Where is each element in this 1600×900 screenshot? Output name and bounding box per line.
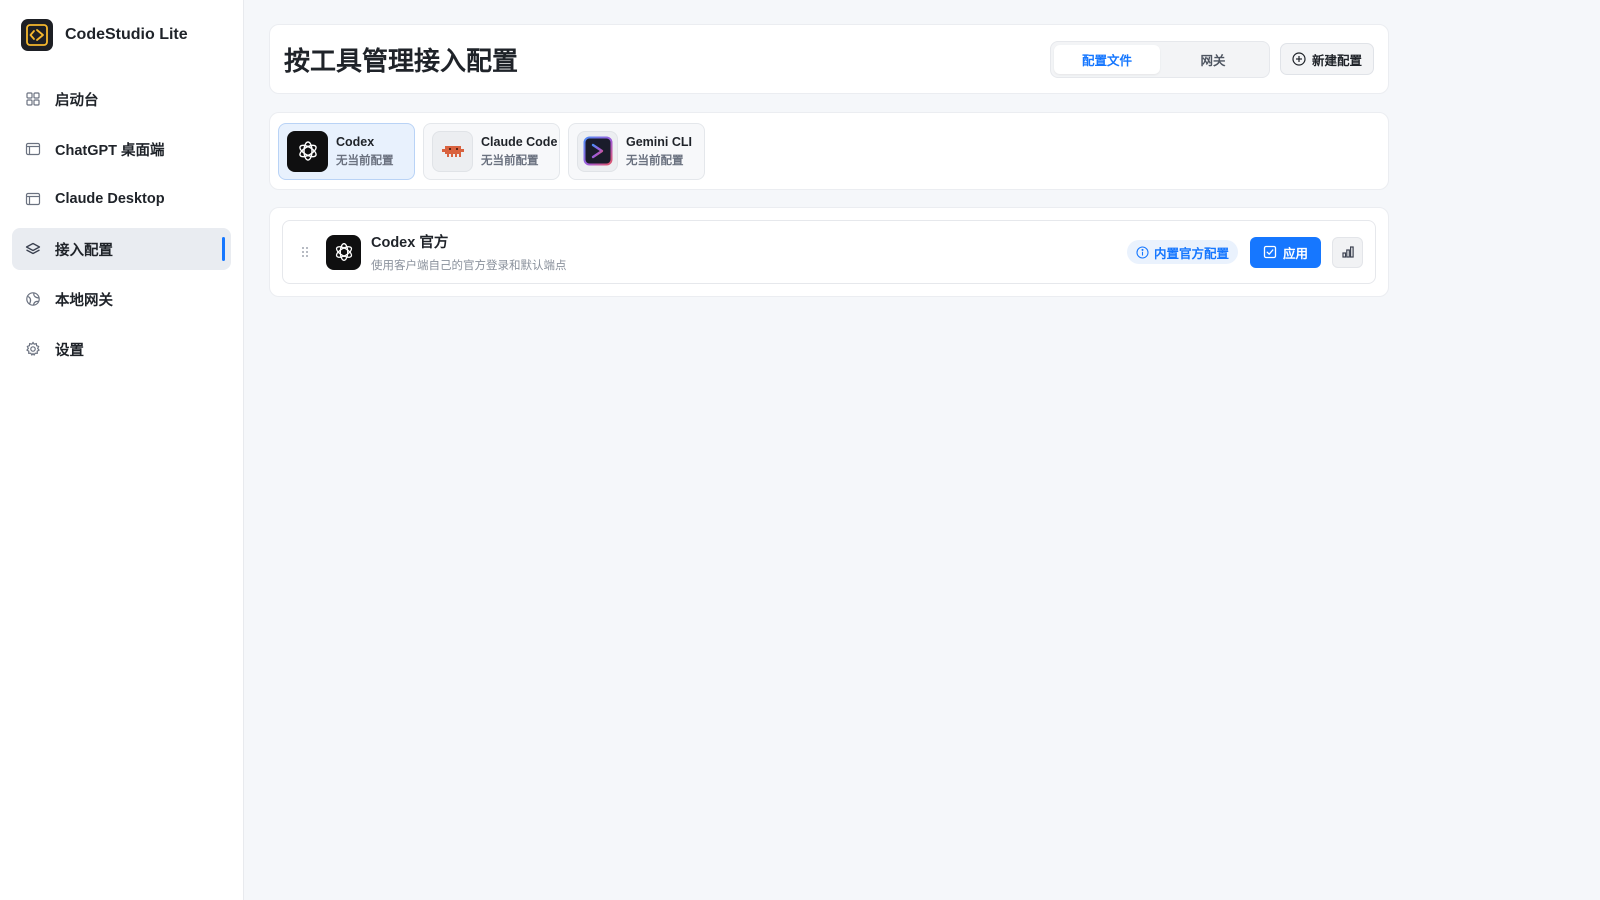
profile-item[interactable]: Codex 官方 使用客户端自己的官方登录和默认端点 内置官方配置 应用: [282, 220, 1376, 284]
sidebar-item-claude-desktop[interactable]: Claude Desktop: [12, 178, 231, 220]
tool-selector: Codex 无当前配置 Claude Code 无当前配置 Gemini CLI…: [269, 112, 1389, 190]
apply-label: 应用: [1282, 246, 1308, 261]
sidebar-nav: 启动台 ChatGPT 桌面端 Claude Desktop 接入配置 本地网关…: [12, 78, 231, 370]
builtin-badge: 内置官方配置: [1126, 240, 1238, 264]
tool-gemini-cli[interactable]: Gemini CLI 无当前配置: [568, 122, 705, 180]
apply-button[interactable]: 应用: [1249, 236, 1321, 268]
layers-icon: [25, 241, 41, 257]
gear-icon: [25, 341, 41, 357]
sidebar-item-launchpad[interactable]: 启动台: [12, 78, 231, 120]
window-icon: [25, 141, 41, 157]
tool-status: 无当前配置: [626, 154, 684, 167]
profile-description: 使用客户端自己的官方登录和默认端点: [371, 260, 567, 272]
check-square-icon: [1263, 245, 1277, 259]
codestudio-logo-icon: [21, 19, 53, 51]
tab-config-files[interactable]: 配置文件: [1053, 44, 1160, 74]
brand[interactable]: CodeStudio Lite: [12, 18, 231, 52]
globe-icon: [25, 291, 41, 307]
tool-codex[interactable]: Codex 无当前配置: [278, 122, 415, 180]
claude-code-icon: [432, 130, 473, 172]
sidebar: CodeStudio Lite 启动台 ChatGPT 桌面端 Claude D…: [0, 0, 244, 900]
sidebar-item-settings[interactable]: 设置: [12, 328, 231, 370]
profile-text: Codex 官方 使用客户端自己的官方登录和默认端点: [371, 231, 1127, 273]
tab-gateway[interactable]: 网关: [1160, 45, 1266, 74]
sidebar-item-label: 设置: [55, 342, 84, 359]
header-actions: 配置文件 网关 新建配置: [1049, 40, 1374, 78]
sidebar-item-access-config[interactable]: 接入配置: [12, 228, 231, 270]
tool-text: Gemini CLI 无当前配置: [626, 135, 692, 168]
tool-status: 无当前配置: [481, 154, 539, 167]
profile-name: Codex 官方: [371, 235, 449, 251]
sidebar-item-label: 本地网关: [55, 292, 113, 309]
tool-text: Claude Code 无当前配置: [481, 135, 557, 168]
openai-icon: [326, 234, 361, 270]
sidebar-item-label: 接入配置: [55, 242, 113, 259]
main-content: 按工具管理接入配置 配置文件 网关 新建配置 Codex 无当前配置 Claud…: [244, 0, 1600, 900]
tool-claude-code[interactable]: Claude Code 无当前配置: [423, 122, 560, 180]
view-switcher: 配置文件 网关: [1049, 40, 1270, 78]
bar-chart-icon: [1341, 246, 1354, 258]
plus-circle-icon: [1292, 52, 1306, 66]
badge-label: 内置官方配置: [1153, 246, 1229, 261]
window-icon: [25, 191, 41, 207]
drag-handle-icon[interactable]: [301, 246, 311, 258]
tool-status: 无当前配置: [336, 154, 394, 167]
tool-name: Claude Code: [481, 134, 558, 149]
stats-button[interactable]: [1332, 236, 1363, 268]
gemini-cli-icon: [577, 130, 618, 172]
tool-text: Codex 无当前配置: [336, 135, 394, 168]
sidebar-item-chatgpt-desktop[interactable]: ChatGPT 桌面端: [12, 128, 231, 170]
info-icon: [1136, 245, 1149, 259]
sidebar-item-label: Claude Desktop: [55, 191, 165, 207]
sidebar-item-local-gateway[interactable]: 本地网关: [12, 278, 231, 320]
page-header: 按工具管理接入配置 配置文件 网关 新建配置: [269, 24, 1389, 94]
new-config-label: 新建配置: [1311, 53, 1362, 68]
page-title: 按工具管理接入配置: [284, 45, 519, 76]
new-config-button[interactable]: 新建配置: [1279, 43, 1374, 75]
tool-name: Gemini CLI: [626, 134, 692, 149]
tool-name: Codex: [336, 134, 375, 149]
sidebar-item-label: ChatGPT 桌面端: [55, 142, 165, 159]
grid-icon: [25, 91, 41, 107]
openai-icon: [287, 130, 328, 172]
sidebar-item-label: 启动台: [55, 92, 99, 109]
app-name: CodeStudio Lite: [65, 26, 188, 43]
profile-list: Codex 官方 使用客户端自己的官方登录和默认端点 内置官方配置 应用: [269, 207, 1389, 297]
